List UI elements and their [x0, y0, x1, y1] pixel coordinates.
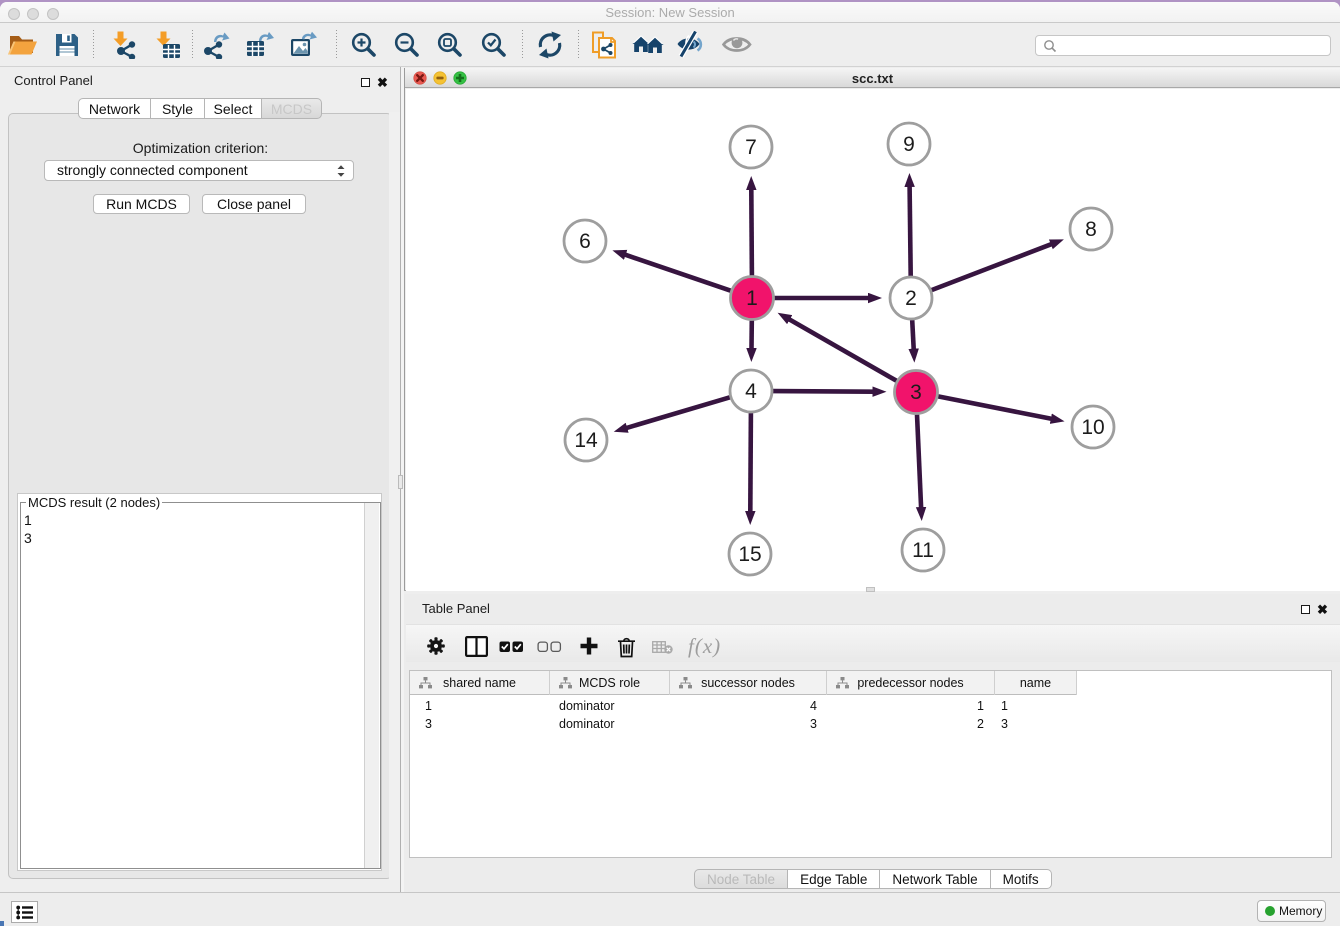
svg-text:4: 4	[745, 380, 757, 403]
svg-text:1: 1	[746, 287, 758, 310]
svg-text:7: 7	[745, 136, 757, 159]
svg-text:9: 9	[903, 133, 915, 156]
svg-text:15: 15	[738, 543, 761, 566]
svg-text:2: 2	[905, 287, 917, 310]
svg-text:11: 11	[912, 539, 934, 562]
svg-text:14: 14	[574, 429, 598, 452]
svg-text:8: 8	[1085, 218, 1097, 241]
svg-text:10: 10	[1081, 416, 1104, 439]
svg-text:6: 6	[579, 230, 591, 253]
svg-text:3: 3	[910, 381, 922, 404]
